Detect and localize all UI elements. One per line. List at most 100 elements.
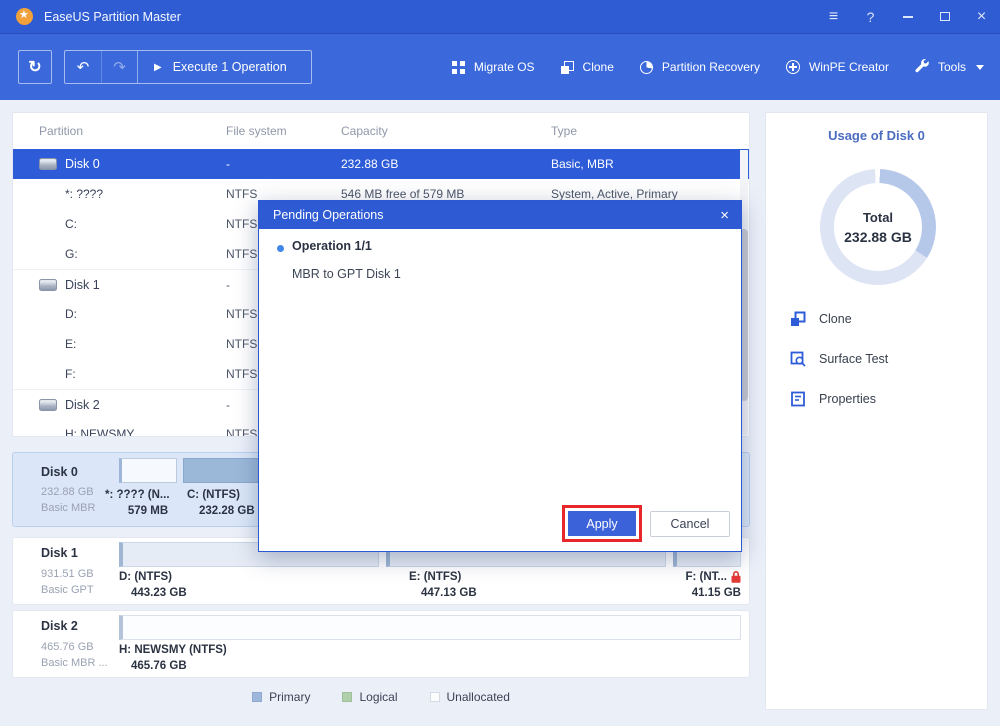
clone-icon [561,61,574,74]
table-cell: *: ???? [65,179,103,209]
partition-size: 41.15 GB [653,587,741,599]
play-icon: ▶ [154,62,162,73]
wrench-icon [915,59,929,76]
titlebar: EaseUS Partition Master ≡?× [0,0,1000,33]
legend-item-logical: Logical [342,690,397,704]
legend-swatch [252,692,262,702]
app-window: EaseUS Partition Master ≡?× ↻ ↶ ↷ ▶ Exec… [0,0,1000,726]
table-row-disk-disk-0[interactable]: Disk 0-232.88 GBBasic, MBR [13,149,749,179]
partition-size: 579 MB [105,505,191,517]
toolbar-item-label: Partition Recovery [662,60,760,74]
column-type: Type [551,113,577,149]
table-cell: Disk 1 [65,270,100,300]
operation-group: ↶ ↷ ▶ Execute 1 Operation [64,50,312,84]
undo-button[interactable]: ↶ [65,51,101,83]
dialog-title: Pending Operations [273,208,384,222]
disk-map-size: 931.51 GB [41,568,94,580]
sidebar-action-properties[interactable]: Properties [790,389,876,409]
minimize-button[interactable] [889,0,926,33]
toolbar-clone[interactable]: Clone [561,60,614,74]
column-capacity: Capacity [341,113,388,149]
table-cell: Disk 2 [65,390,100,420]
disk-map-size: 232.88 GB [41,486,94,498]
toolbar-partition-recovery[interactable]: Partition Recovery [640,60,760,74]
cancel-button[interactable]: Cancel [650,511,730,537]
legend-item-primary: Primary [252,690,310,704]
partition-label: H: NEWSMY (NTFS) 465.76 GB [119,644,299,672]
partition-label: D: (NTFS)443.23 GB [119,571,259,599]
partition-size: 443.23 GB [119,587,259,599]
table-cell: G: [65,239,78,269]
redo-icon: ↷ [113,58,126,76]
sidebar-action-clone[interactable]: Clone [790,309,852,329]
sidebar-action-label: Properties [819,392,876,406]
legend-label: Primary [269,690,310,704]
sidebar: Usage of Disk 0 Total 232.88 GB Clone Su… [765,112,988,710]
table-cell: NTFS [226,299,257,329]
apply-button[interactable]: Apply [568,511,636,536]
menu-button[interactable]: ≡ [815,0,852,33]
table-cell: - [226,390,230,420]
toolbar-migrate-os[interactable]: Migrate OS [452,60,535,74]
maximize-button[interactable] [926,0,963,33]
partition-label: *: ???? (N... 579 MB [105,489,191,517]
dialog-header: Pending Operations × [259,201,741,229]
legend-swatch [342,692,352,702]
toolbar-item-label: Clone [583,60,614,74]
table-cell: NTFS [226,329,257,359]
donut-center: Total 232.88 GB [834,183,922,271]
pending-operations-dialog: Pending Operations × Operation 1/1 MBR t… [258,200,742,552]
legend-label: Logical [359,690,397,704]
clone-icon [790,311,806,327]
table-cell: 232.88 GB [341,149,398,179]
disk-map-name: Disk 1 [41,546,78,560]
table-cell: Basic, MBR [551,149,614,179]
disk-map-scheme: Basic MBR ... [41,657,108,669]
legend-label: Unallocated [447,690,510,704]
partition-size: 465.76 GB [119,660,299,672]
disk-map-scheme: Basic GPT [41,584,94,596]
undo-icon: ↶ [77,58,90,76]
window-controls: ≡? × [815,0,1000,33]
disk-map-name: Disk 0 [41,465,78,479]
table-cell: NTFS [226,419,257,437]
close-button[interactable]: × [963,0,1000,33]
disk-map-scheme: Basic MBR [41,502,95,514]
donut-total-value: 232.88 GB [844,229,912,245]
minimize-icon [903,16,913,18]
legend: Primary Logical Unallocated [12,690,750,704]
table-cell: Disk 0 [65,149,100,179]
sidebar-action-surface-test[interactable]: Surface Test [790,349,888,369]
table-cell: E: [65,329,76,359]
pie-icon [640,61,653,74]
execute-operation-button[interactable]: ▶ Execute 1 Operation [137,51,311,83]
help-button[interactable]: ? [852,0,889,33]
table-cell: C: [65,209,77,239]
table-cell: NTFS [226,179,257,209]
operation-bullet-icon [277,245,284,252]
partition-size: 447.13 GB [409,587,549,599]
chevron-down-icon [976,65,984,70]
maximize-icon [940,12,950,21]
dialog-close-icon[interactable]: × [720,207,729,224]
surface-test-icon [790,351,806,367]
partition-name: H: NEWSMY (NTFS) [119,644,299,656]
partition-bar-h-newsmy-ntfs-[interactable] [119,615,741,640]
toolbar-right: Migrate OS Clone Partition Recovery WinPE C… [452,34,984,100]
operation-description: MBR to GPT Disk 1 [292,267,401,281]
partition-name: *: ???? (N... [105,489,191,501]
partition-name: E: (NTFS) [409,571,549,583]
disk-icon [39,399,57,411]
toolbar-winpe-creator[interactable]: WinPE Creator [786,60,889,74]
partition-label: E: (NTFS) 447.13 GB [409,571,549,599]
toolbar-tools[interactable]: Tools [915,59,984,76]
disk-icon [39,158,57,170]
column-partition: Partition [39,113,83,149]
redo-button[interactable]: ↷ [101,51,137,83]
disk-map-disk-2[interactable]: Disk 2465.76 GBBasic MBR ...H: NEWSMY (N… [12,610,750,678]
partition-bar--n-[interactable] [119,458,177,483]
refresh-button[interactable]: ↻ [18,50,52,84]
disk-icon [39,279,57,291]
toolbar-item-label: WinPE Creator [809,60,889,74]
app-logo-icon [16,8,33,25]
